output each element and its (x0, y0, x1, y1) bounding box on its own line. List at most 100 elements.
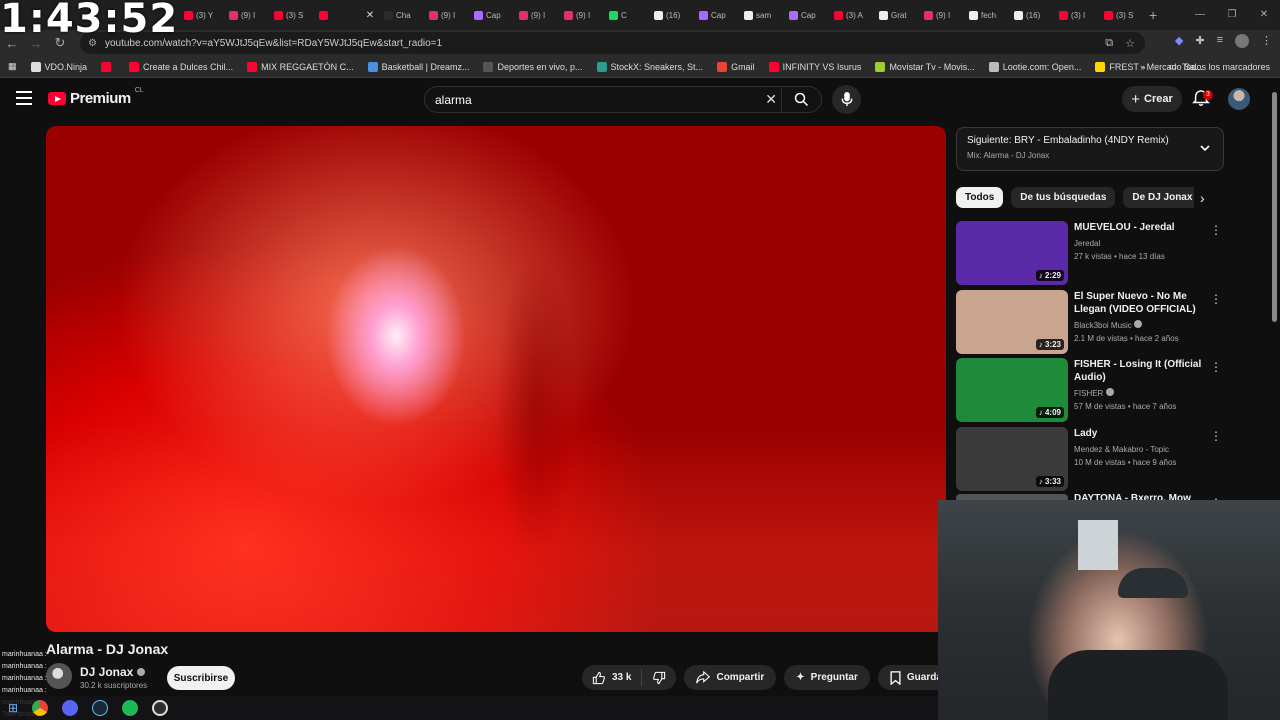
browser-tab[interactable]: (9) I (515, 4, 560, 26)
bookmark-item[interactable]: INFINITY VS Isurus (768, 61, 861, 72)
bookmark-star-icon[interactable]: ☆ (1125, 37, 1135, 50)
more-options-icon[interactable]: ⋮ (1210, 223, 1222, 237)
tab-label: sam (756, 10, 772, 20)
voice-search-button[interactable] (832, 85, 861, 114)
chrome-icon[interactable] (32, 700, 49, 716)
recommendation-title[interactable]: MUEVELOU - Jeredal (1074, 221, 1208, 234)
apps-icon[interactable]: ▦ (8, 61, 17, 72)
dislike-button[interactable] (642, 671, 676, 685)
video-thumbnail[interactable]: ♪ 4:09 (956, 358, 1068, 422)
recommendation-title[interactable]: Lady (1074, 427, 1208, 440)
filter-chip[interactable]: De tus búsquedas (1011, 187, 1116, 208)
bookmark-item[interactable]: StockX: Sneakers, St... (596, 61, 703, 72)
more-options-icon[interactable]: ⋮ (1210, 292, 1222, 306)
bookmark-item[interactable]: MIX REGGAETÓN C... (247, 61, 354, 72)
more-options-icon[interactable]: ⋮ (1210, 360, 1222, 374)
recommendation-channel: Black3boi Music (1074, 319, 1208, 332)
bookmarks-more-icon[interactable]: » (1140, 62, 1145, 72)
list-item[interactable]: ♪ 3:23 El Super Nuevo - No Me Llegan (VID… (956, 290, 1226, 354)
close-tab-icon[interactable]: ✕ (360, 4, 380, 26)
all-bookmarks-link[interactable]: Todos los marcadores (1182, 62, 1270, 72)
browser-tab[interactable]: (3) Y (180, 4, 225, 26)
browser-tab[interactable]: (9) I (425, 4, 470, 26)
filter-chip[interactable]: Todos (956, 187, 1004, 208)
subscribe-button[interactable]: Suscribirse (167, 666, 235, 690)
browser-tab[interactable]: (9) I (560, 4, 605, 26)
obs-icon[interactable] (152, 700, 169, 716)
browser-tab[interactable]: Cap (695, 4, 740, 26)
like-button[interactable]: 33 k (582, 669, 643, 686)
browser-tab[interactable]: (9) I (920, 4, 965, 26)
chevron-right-icon[interactable]: › (1200, 190, 1205, 206)
extension-icon[interactable]: ◆ (1175, 34, 1183, 48)
list-item[interactable]: ♪ 4:09 FISHER - Losing It (Official Audio… (956, 358, 1226, 422)
bookmark-item[interactable]: Basketball | Dreamz... (367, 61, 469, 72)
bookmark-item[interactable]: VDO.Ninja (30, 61, 87, 72)
list-item[interactable]: ♪ 3:33 Lady Mendez & Makabro - Topic 10 M d… (956, 427, 1226, 491)
bookmark-item[interactable]: Deportes en vivo, p... (483, 61, 583, 72)
clear-search-icon[interactable]: ✕ (765, 91, 777, 108)
media-control-icon[interactable]: ≡ (1217, 34, 1223, 48)
browser-tab[interactable]: (3) I (1055, 4, 1100, 26)
discord-icon[interactable] (62, 700, 79, 716)
browser-tab[interactable]: (3) A (830, 4, 875, 26)
browser-tab[interactable]: sam (740, 4, 785, 26)
steam-icon[interactable] (92, 700, 109, 716)
user-avatar[interactable] (1228, 88, 1250, 110)
start-icon[interactable]: ⊞ (8, 701, 18, 715)
youtube-logo[interactable]: Premium CL (48, 87, 144, 107)
spotify-icon[interactable] (122, 700, 139, 716)
video-player[interactable] (46, 126, 946, 632)
minimize-icon[interactable]: — (1184, 0, 1216, 28)
browser-tab[interactable] (315, 4, 360, 26)
browser-tab[interactable]: (16) (650, 4, 695, 26)
recommendation-title[interactable]: FISHER - Losing It (Official Audio) (1074, 358, 1208, 384)
create-button[interactable]: + Crear (1122, 86, 1182, 112)
browser-tab[interactable]: (9) I (225, 4, 270, 26)
bookmark-item[interactable]: Lootie.com: Open... (988, 61, 1081, 72)
share-button[interactable]: Compartir (684, 665, 777, 690)
search-box[interactable]: alarma ✕ (424, 86, 822, 113)
video-thumbnail[interactable]: ♪ 3:23 (956, 290, 1068, 354)
more-options-icon[interactable]: ⋮ (1210, 429, 1222, 443)
channel-name[interactable]: DJ Jonax (80, 665, 146, 679)
close-window-icon[interactable]: ✕ (1248, 0, 1280, 28)
browser-tab[interactable]: Grat (875, 4, 920, 26)
puzzle-icon[interactable]: ✚ (1195, 34, 1204, 48)
video-thumbnail[interactable]: ♪ 3:33 (956, 427, 1068, 491)
ask-button[interactable]: ✦ Preguntar (784, 665, 870, 690)
address-bar[interactable]: ⚙ youtube.com/watch?v=aY5WJtJ5qEw&list=R… (80, 32, 1145, 54)
browser-tab[interactable]: Cap (785, 4, 830, 26)
bookmark-item[interactable] (101, 61, 115, 72)
menu-icon[interactable] (16, 91, 32, 105)
video-thumbnail[interactable]: ♪ 2:29 (956, 221, 1068, 285)
search-button[interactable] (781, 87, 821, 112)
list-item[interactable]: ♪ 2:29 MUEVELOU - Jeredal Jeredal 27 k vist… (956, 221, 1226, 285)
profile-avatar[interactable] (1235, 34, 1249, 48)
bookmark-item[interactable]: Gmail (717, 61, 755, 72)
bookmark-item[interactable]: Movistar Tv - Movis... (875, 61, 975, 72)
tab-favicon-icon (229, 10, 238, 20)
browser-tab[interactable]: Cha (380, 4, 425, 26)
browser-tab[interactable]: (3) S (270, 4, 315, 26)
browser-tab[interactable]: (16) (1010, 4, 1055, 26)
browser-tab[interactable]: Cap (470, 4, 515, 26)
restore-icon[interactable]: ❐ (1216, 0, 1248, 28)
screen: (3) Y (9) I (3) S ✕ Cha (9) I Cap (9) I (9) I C (1… (0, 0, 1280, 720)
install-icon[interactable]: ⧉ (1105, 37, 1113, 50)
bookmark-item[interactable]: Create a Dulces Chil... (129, 61, 233, 72)
chevron-down-icon[interactable] (1199, 142, 1211, 154)
browser-tab[interactable]: C (605, 4, 650, 26)
channel-avatar[interactable] (46, 663, 72, 689)
browser-tab[interactable]: (3) S (1100, 4, 1145, 26)
filter-chip[interactable]: De DJ Jonax (1123, 187, 1194, 208)
page-scrollbar[interactable] (1272, 92, 1277, 322)
browser-tab[interactable]: fech (965, 4, 1010, 26)
extensions-bar: ◆ ✚ ≡ ⋮ (1175, 34, 1272, 48)
new-tab-icon[interactable]: + (1149, 7, 1157, 23)
playlist-next-panel[interactable]: Siguiente: BRY - Embaladinho (4NDY Remix… (956, 127, 1224, 171)
recommendation-title[interactable]: El Super Nuevo - No Me Llegan (VIDEO OFF… (1074, 290, 1208, 316)
browser-menu-icon[interactable]: ⋮ (1261, 34, 1272, 48)
search-input[interactable]: alarma (435, 93, 472, 107)
channel-name-text[interactable]: DJ Jonax (80, 665, 133, 679)
